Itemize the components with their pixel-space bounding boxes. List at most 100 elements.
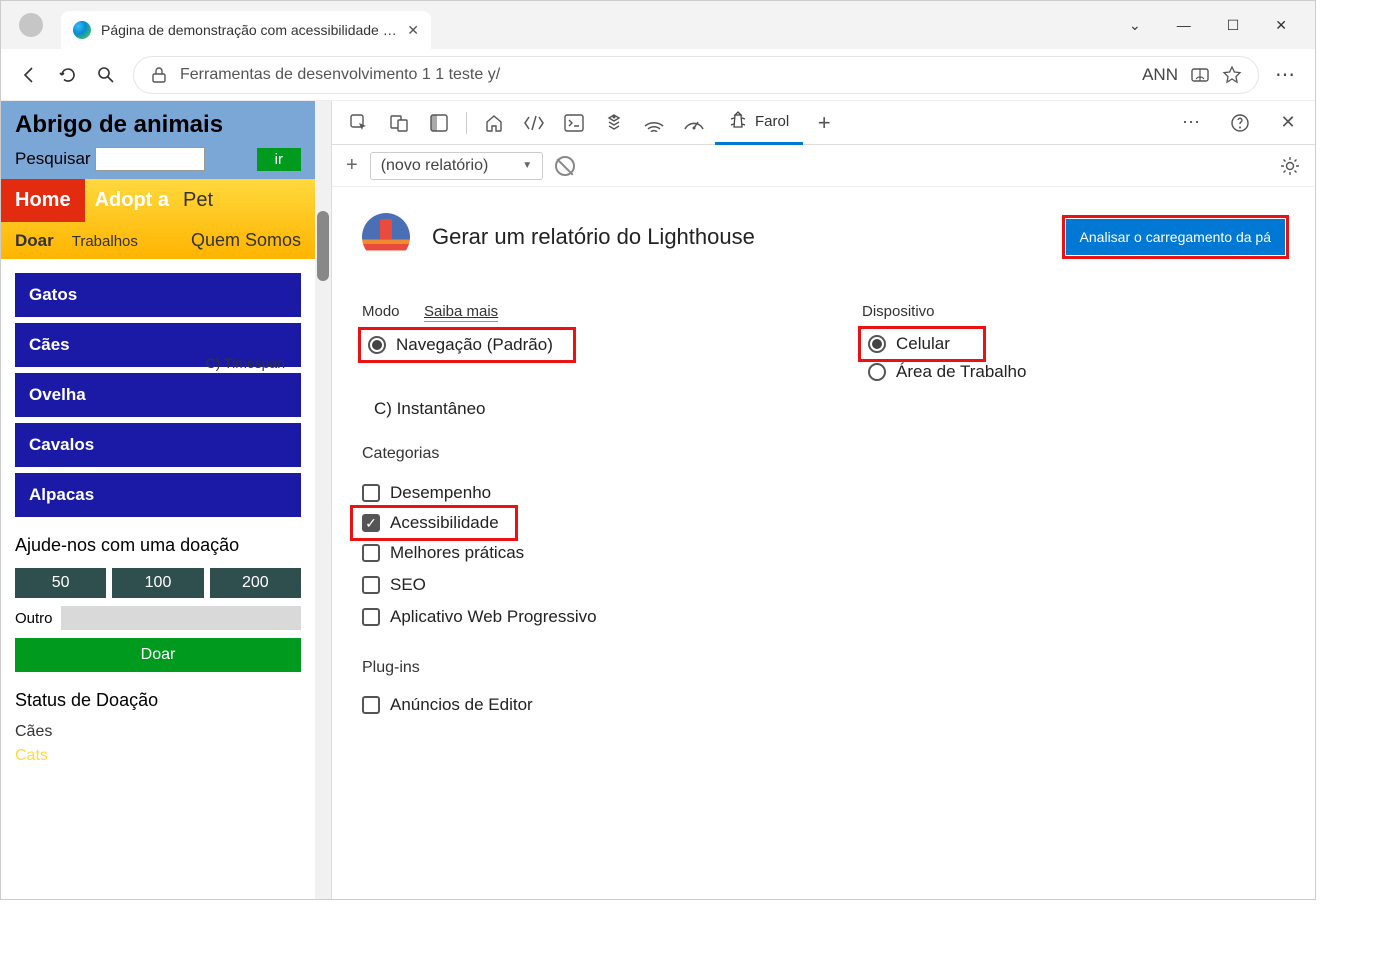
close-window-icon[interactable]: ✕ <box>1275 17 1287 34</box>
nav-about[interactable]: Quem Somos <box>191 230 301 251</box>
cat-label: Acessibilidade <box>390 513 499 533</box>
search-input[interactable] <box>95 147 205 171</box>
checkbox-icon <box>362 576 380 594</box>
new-tab-icon[interactable]: ⌄ <box>1129 17 1141 34</box>
device-desktop[interactable]: Área de Trabalho <box>862 358 1032 386</box>
amount-200[interactable]: 200 <box>210 568 301 598</box>
category-list: Gatos Cães C) Timespan Ovelha Cavalos Al… <box>1 259 315 531</box>
refresh-icon[interactable] <box>57 64 79 86</box>
gear-icon[interactable] <box>1279 155 1301 177</box>
other-input[interactable] <box>61 606 301 630</box>
learn-more-link[interactable]: Saiba mais <box>424 303 498 322</box>
scrollbar[interactable] <box>315 101 331 899</box>
cat-performance[interactable]: Desempenho <box>362 477 742 509</box>
nav-home[interactable]: Home <box>1 179 85 222</box>
nav-adopt[interactable]: Adopt a <box>85 179 173 222</box>
window-controls: ⌄ — ☐ ✕ <box>1129 17 1315 34</box>
list-item[interactable]: Ovelha <box>15 373 301 417</box>
donation-section: Ajude-nos com uma doação 50 100 200 Outr… <box>1 531 315 779</box>
donate-button[interactable]: Doar <box>15 638 301 672</box>
devtools-panel: Farol + ⋯ ✕ + (novo relatório) ▼ Gerar u… <box>331 101 1315 899</box>
categories-label: Categorias <box>362 445 742 463</box>
url-text: Ferramentas de desenvolvimento 1 1 teste… <box>180 66 500 84</box>
network-icon[interactable] <box>635 104 673 142</box>
cat-pwa[interactable]: Aplicativo Web Progressivo <box>362 601 742 633</box>
close-devtools-icon[interactable]: ✕ <box>1269 104 1307 142</box>
report-dropdown[interactable]: (novo relatório) ▼ <box>370 152 544 180</box>
browser-tab[interactable]: Página de demonstração com acessibilidad… <box>61 11 431 49</box>
lighthouse-title: Gerar um relatório do Lighthouse <box>432 224 755 250</box>
mode-navigation[interactable]: Navegação (Padrão) <box>362 331 572 359</box>
tab-label: Farol <box>755 113 789 130</box>
nav-pet[interactable]: Pet <box>173 179 223 222</box>
device-label: Dispositivo <box>862 303 1032 320</box>
device-desktop-label: Área de Trabalho <box>896 362 1026 382</box>
nav-donate[interactable]: Doar <box>15 231 54 251</box>
minimize-icon[interactable]: — <box>1177 17 1191 34</box>
profile-icon[interactable] <box>19 13 43 37</box>
welcome-icon[interactable] <box>475 104 513 142</box>
url-field[interactable]: Ferramentas de desenvolvimento 1 1 teste… <box>133 56 1259 94</box>
amount-50[interactable]: 50 <box>15 568 106 598</box>
lock-icon <box>150 66 168 84</box>
maximize-icon[interactable]: ☐ <box>1227 17 1240 34</box>
list-item[interactable]: Cavalos <box>15 423 301 467</box>
reader-icon[interactable] <box>1190 65 1210 85</box>
mode-snapshot[interactable]: C) Instantâneo <box>374 399 742 419</box>
report-label: (novo relatório) <box>381 157 489 175</box>
close-icon[interactable]: ✕ <box>407 22 419 39</box>
scroll-thumb[interactable] <box>317 211 329 281</box>
more-icon[interactable]: ⋯ <box>1275 64 1297 86</box>
other-label: Outro <box>15 610 53 627</box>
elements-icon[interactable] <box>515 104 553 142</box>
plugin-label: Anúncios de Editor <box>390 695 533 715</box>
donation-heading: Ajude-nos com uma doação <box>15 535 301 556</box>
device-mobile[interactable]: Celular <box>862 330 982 358</box>
cat-label: Desempenho <box>390 483 491 503</box>
cat-seo[interactable]: SEO <box>362 569 742 601</box>
lighthouse-body: Gerar um relatório do Lighthouse Analisa… <box>332 187 1315 899</box>
list-item[interactable]: Alpacas <box>15 473 301 517</box>
titlebar: Página de demonstração com acessibilidad… <box>1 1 1315 49</box>
clear-icon[interactable] <box>555 156 575 176</box>
favorite-icon[interactable] <box>1222 65 1242 85</box>
page-header: Abrigo de animais Pesquisar ir <box>1 101 315 179</box>
tab-title: Página de demonstração com acessibilidad… <box>101 22 397 38</box>
performance-icon[interactable] <box>675 104 713 142</box>
tab-lighthouse[interactable]: Farol <box>715 101 803 145</box>
device-toggle-icon[interactable] <box>380 104 418 142</box>
page-title: Abrigo de animais <box>15 111 301 139</box>
lighthouse-logo-icon <box>362 213 410 261</box>
cat-label: Aplicativo Web Progressivo <box>390 607 597 627</box>
go-button[interactable]: ir <box>257 148 301 171</box>
mode-nav-label: Navegação (Padrão) <box>396 335 553 355</box>
analyze-button[interactable]: Analisar o carregamento da pá <box>1066 219 1285 255</box>
plugin-publisher-ads[interactable]: Anúncios de Editor <box>362 689 742 721</box>
radio-icon <box>368 336 386 354</box>
translate-badge: ANN <box>1142 65 1178 85</box>
lighthouse-toolbar: + (novo relatório) ▼ <box>332 145 1315 187</box>
list-item[interactable]: Gatos <box>15 273 301 317</box>
more-tools-icon[interactable]: ⋯ <box>1173 104 1211 142</box>
cat-best-practices[interactable]: Melhores práticas <box>362 537 742 569</box>
lighthouse-icon <box>729 111 747 131</box>
devtools-tabs: Farol + ⋯ ✕ <box>332 101 1315 145</box>
search-icon[interactable] <box>95 64 117 86</box>
back-icon[interactable] <box>19 64 41 86</box>
console-icon[interactable] <box>555 104 593 142</box>
sources-icon[interactable] <box>595 104 633 142</box>
help-icon[interactable] <box>1221 104 1259 142</box>
radio-icon <box>868 335 886 353</box>
nav-jobs[interactable]: Trabalhos <box>72 233 138 250</box>
checkbox-icon: ✓ <box>362 514 380 532</box>
inspect-icon[interactable] <box>340 104 378 142</box>
new-report-icon[interactable]: + <box>346 154 358 177</box>
checkbox-icon <box>362 484 380 502</box>
status-heading: Status de Doação <box>15 690 301 711</box>
dock-icon[interactable] <box>420 104 458 142</box>
amount-100[interactable]: 100 <box>112 568 203 598</box>
add-tab-icon[interactable]: + <box>805 104 843 142</box>
stray-text: C) Timespan <box>206 355 285 371</box>
cat-accessibility[interactable]: ✓ Acessibilidade <box>354 509 514 537</box>
search-label: Pesquisar <box>15 149 91 169</box>
